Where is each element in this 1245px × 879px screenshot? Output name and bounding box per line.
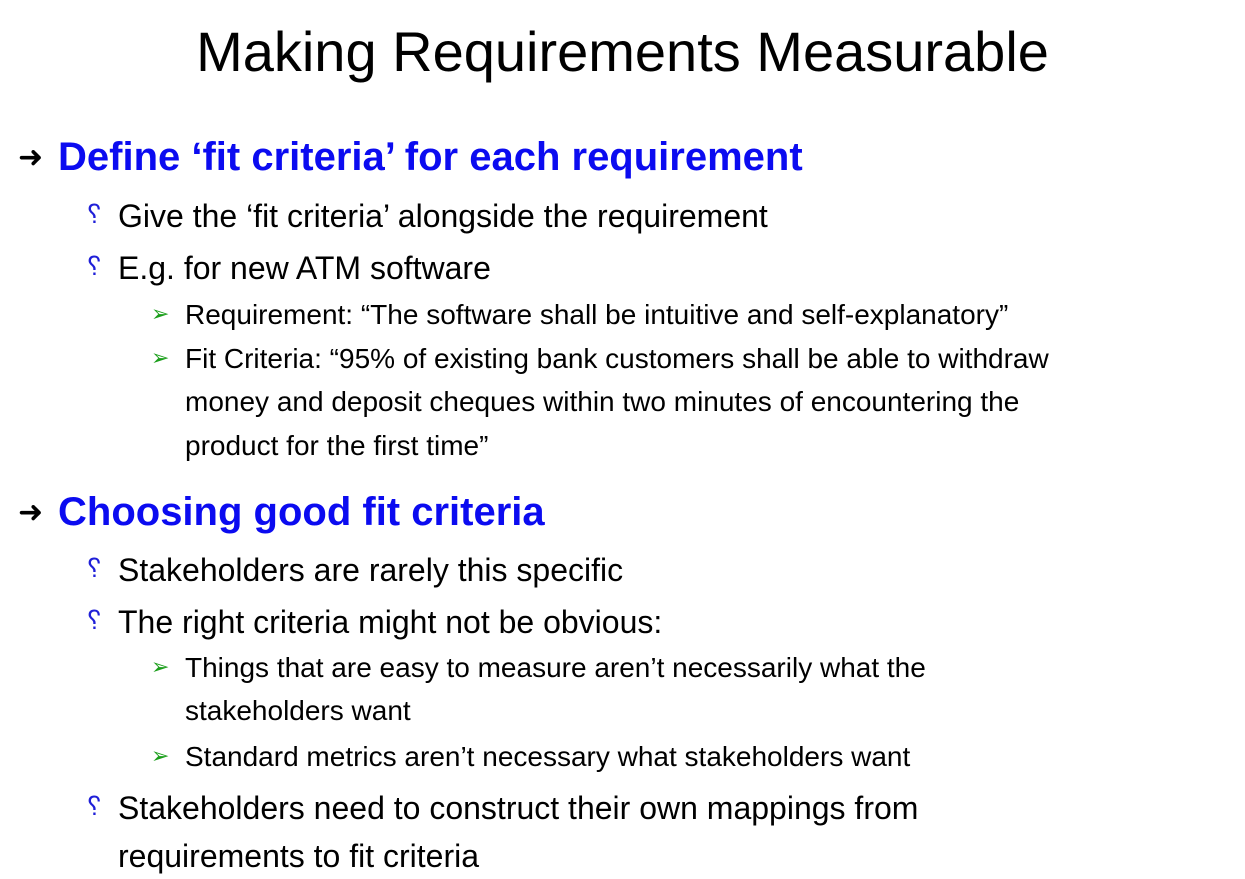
green-arrowhead-bullet-icon: ➢ [151, 743, 170, 768]
slide: Making Requirements Measurable ➜ Define ‘… [0, 0, 1245, 879]
sub-bullet-fit-criteria: ➢ Fit Criteria: “95% of existing bank cus… [151, 340, 1049, 377]
sub-bullet-text: Fit Criteria: “95% of existing bank cust… [185, 343, 1049, 374]
bullet-give-fit-criteria: ␦ Give the ‘fit criteria’ alongside the r… [84, 194, 768, 236]
sub-bullet-continuation: money and deposit cheques within two min… [185, 386, 1020, 417]
section-heading-text: Define ‘fit criteria’ for each requireme… [58, 135, 803, 179]
bullet-text: Stakeholders need to construct their own… [118, 790, 919, 826]
green-arrowhead-bullet-icon: ➢ [151, 654, 170, 679]
bullet-continuation: requirements to fit criteria [118, 838, 480, 874]
arrow-bullet-icon: ➜ [18, 496, 44, 529]
green-arrowhead-bullet-icon: ➢ [151, 345, 170, 370]
sub-bullet-continuation: stakeholders want [185, 695, 411, 726]
hollow-arrow-bullet-icon: ␦ [84, 199, 105, 229]
sub-bullet-standard-metrics: ➢ Standard metrics aren’t necessary what … [151, 738, 910, 775]
sub-bullet-text: Standard metrics aren’t necessary what s… [185, 741, 911, 772]
bullet-atm-example: ␦ E.g. for new ATM software [84, 246, 491, 288]
sub-bullet-requirement: ➢ Requirement: “The software shall be int… [151, 296, 1008, 333]
bullet-text: Give the ‘fit criteria’ alongside the re… [118, 198, 768, 234]
hollow-arrow-bullet-icon: ␦ [84, 553, 105, 583]
section-heading-choosing-fit-criteria: ➜ Choosing good fit criteria [18, 488, 545, 537]
sub-bullet-continuation: product for the first time” [185, 430, 489, 461]
hollow-arrow-bullet-icon: ␦ [84, 605, 105, 635]
sub-bullet-easy-to-measure: ➢ Things that are easy to measure aren’t … [151, 649, 926, 686]
sub-bullet-text: Requirement: “The software shall be intu… [185, 299, 1009, 330]
hollow-arrow-bullet-icon: ␦ [84, 251, 105, 281]
bullet-text: E.g. for new ATM software [118, 250, 491, 286]
section-heading-text: Choosing good fit criteria [58, 490, 545, 534]
bullet-construct-mappings: ␦ Stakeholders need to construct their ow… [84, 786, 918, 828]
bullet-text: The right criteria might not be obvious: [118, 604, 663, 640]
section-heading-define-fit-criteria: ➜ Define ‘fit criteria’ for each requirem… [18, 133, 803, 182]
green-arrowhead-bullet-icon: ➢ [151, 301, 170, 326]
slide-title: Making Requirements Measurable [196, 20, 1049, 83]
hollow-arrow-bullet-icon: ␦ [84, 791, 105, 821]
bullet-text: Stakeholders are rarely this specific [118, 552, 624, 588]
arrow-bullet-icon: ➜ [18, 141, 44, 174]
sub-bullet-text: Things that are easy to measure aren’t n… [185, 652, 926, 683]
bullet-stakeholders-rarely-specific: ␦ Stakeholders are rarely this specific [84, 548, 623, 590]
bullet-right-criteria: ␦ The right criteria might not be obvious… [84, 600, 662, 642]
